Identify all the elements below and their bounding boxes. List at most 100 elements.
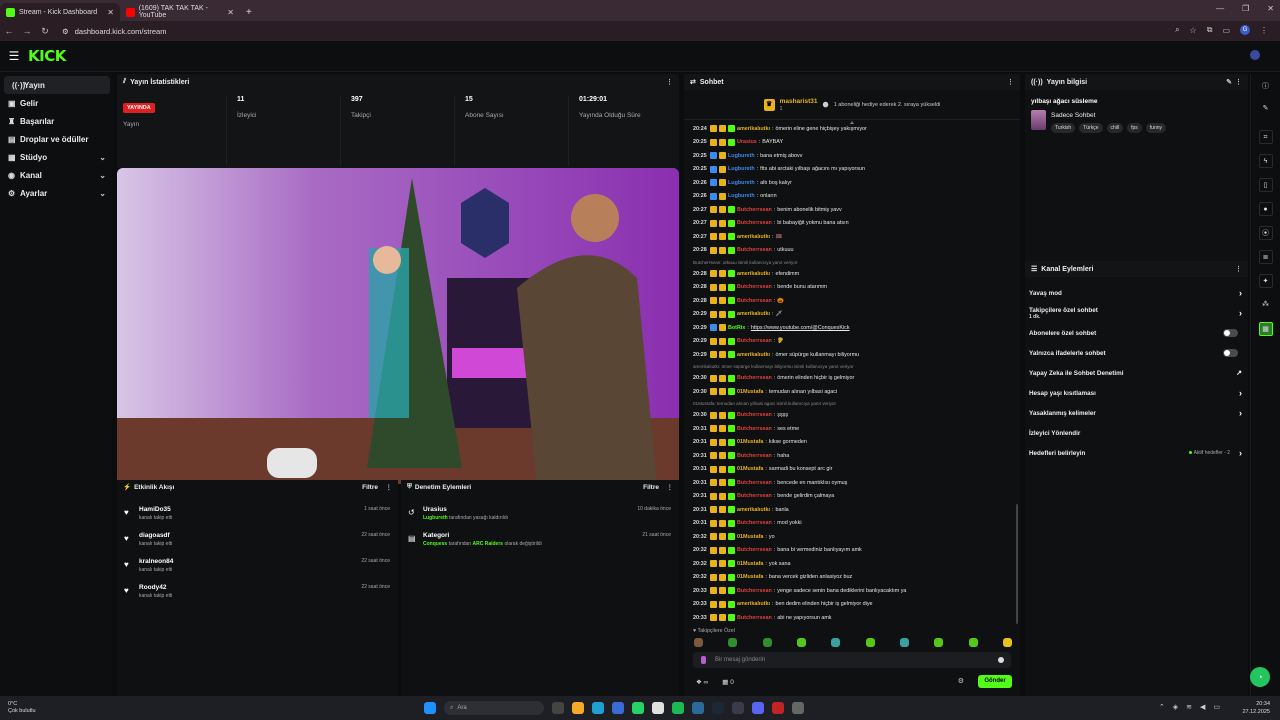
emote-icon[interactable] [934, 638, 944, 647]
message-username[interactable]: 01Mustafa [737, 389, 763, 395]
group-icon[interactable]: ⁂ [1259, 298, 1273, 312]
menu-icon[interactable]: ⋮ [1260, 26, 1268, 35]
message-username[interactable]: Butcherrsean [737, 412, 772, 418]
emote-icon[interactable] [728, 638, 738, 647]
app-icon[interactable] [692, 702, 704, 714]
stream-video-preview[interactable] [117, 168, 679, 484]
message-username[interactable]: amerikalıutkı [737, 271, 770, 277]
message-username[interactable]: 01Mustafa [737, 466, 763, 472]
chat-message[interactable]: 20:25 Lugbureth: bana etmiş abovv [684, 149, 1014, 163]
sidebar-item-yayin[interactable]: ((·)) Yayın [4, 76, 110, 94]
lightning-icon[interactable]: ϟ [1258, 154, 1273, 168]
pinned-user[interactable]: masharist31 [780, 98, 818, 106]
support-chat-icon[interactable]: ◔ [1250, 667, 1270, 687]
activity-name[interactable]: diagoasdf [139, 530, 398, 539]
back-icon[interactable]: ← [0, 26, 18, 36]
more-icon[interactable]: ⋮ [1007, 78, 1014, 86]
chat-message[interactable]: 20:33 amerikalıutkı: ben dedim elinden hiç… [684, 598, 1014, 612]
task-view-icon[interactable] [552, 702, 564, 714]
volume-icon[interactable]: ◀ [1200, 703, 1205, 711]
steam-icon[interactable] [712, 702, 724, 714]
emote-icon[interactable] [1002, 638, 1012, 647]
message-username[interactable]: Lugbureth [728, 153, 755, 159]
message-username[interactable]: Butcherrsean [737, 220, 772, 226]
sidebar-item-kanal[interactable]: ◉ Kanal ⌄ [0, 166, 112, 184]
sidebar-item-studyo[interactable]: ▦ Stüdyo ⌄ [0, 148, 112, 166]
taskbar-search[interactable]: ⌕ Ara [444, 701, 544, 715]
emote-icon[interactable] [694, 638, 703, 647]
chat-message[interactable]: 20:27 Butcherrsean: benim abonelik bitmiş … [684, 203, 1014, 217]
message-username[interactable]: 01Mustafa [737, 574, 763, 580]
moderator-name[interactable]: Conquess [423, 541, 447, 547]
filter-button[interactable]: Filtre [643, 484, 659, 491]
message-username[interactable]: amerikalıutkı [737, 352, 770, 358]
message-username[interactable]: amerikalıutkı [737, 507, 770, 513]
store-icon[interactable] [612, 702, 624, 714]
edit-icon[interactable]: ✎ [1259, 102, 1273, 116]
chat-message[interactable]: 20:24 amerikalıutkı: ömerin eline gene hiç… [684, 122, 1014, 136]
moderator-name[interactable]: Lugbureth [423, 515, 448, 521]
spotify-icon[interactable] [672, 702, 684, 714]
filter-button[interactable]: Filtre [362, 484, 378, 491]
chat-message[interactable]: 20:29 Butcherrsean: 🦻 [684, 335, 1014, 349]
message-username[interactable]: Butcherrsean [737, 520, 772, 526]
user-avatar[interactable] [1250, 50, 1260, 60]
zoom-icon[interactable]: ⌕ [1175, 25, 1179, 35]
message-username[interactable]: Butcherrsean [737, 547, 772, 553]
more-icon[interactable]: ⋮ [1235, 78, 1242, 86]
sidebar-item-droplar[interactable]: ▤ Droplar ve ödüller [0, 130, 112, 148]
message-username[interactable]: Lugbureth [728, 193, 755, 199]
emote-icon[interactable] [968, 638, 978, 647]
chat-message[interactable]: 20:28 Butcherrsean: utkuuu [684, 244, 1014, 258]
chat-message[interactable]: 20:25 Urasius: BAYBAY [684, 136, 1014, 150]
maximize-icon[interactable]: ❐ [1242, 4, 1249, 13]
action-emotes-only[interactable]: Yalnızca ifadelerle sohbet [1025, 343, 1248, 363]
network-icon[interactable]: ◈ [1173, 703, 1178, 711]
message-username[interactable]: Butcherrsean [737, 375, 772, 381]
site-info-icon[interactable]: ⚙ [62, 27, 69, 36]
emote-icon[interactable] [899, 638, 909, 647]
message-username[interactable]: Butcherrsean [737, 453, 772, 459]
chat-message[interactable]: 20:26 Lugbureth: altı boş kalıyr [684, 176, 1014, 190]
category-name[interactable]: ARC Raiders [472, 541, 503, 547]
close-icon[interactable]: ✕ [227, 8, 234, 17]
sidebar-item-ayarlar[interactable]: ⚙ Ayarlar ⌄ [0, 184, 112, 202]
chat-bubble-icon[interactable]: ● [1258, 202, 1273, 216]
toggle-switch[interactable] [1223, 349, 1238, 357]
message-username[interactable]: 01Mustafa [737, 439, 763, 445]
more-icon[interactable]: ⋮ [666, 78, 673, 86]
sidebar-item-basarilar[interactable]: ♜ Başarılar [0, 112, 112, 130]
kick-logo[interactable]: KICK [28, 47, 66, 65]
activity-name[interactable]: kralneon84 [139, 556, 398, 565]
browser-tab-youtube[interactable]: (1609) TAK TAK TAK - YouTube ✕ [120, 3, 240, 21]
profile-avatar[interactable]: G [1240, 25, 1250, 35]
battery-icon[interactable]: ▭ [1213, 703, 1220, 711]
chat-message[interactable]: 20:27 amerikalıutkı: 🥅 [684, 230, 1014, 244]
chat-message[interactable]: 20:31 Butcherrsean: haha [684, 449, 1014, 463]
document-icon[interactable]: ▯ [1258, 178, 1273, 192]
chat-message[interactable]: 20:31 amerikalıutkı: banla [684, 503, 1014, 517]
sidebar-item-gelir[interactable]: ▣ Gelir [0, 94, 112, 112]
message-username[interactable]: Butcherrsean [737, 207, 772, 213]
layout-icon[interactable]: ⌗ [1258, 130, 1273, 144]
extensions-icon[interactable]: ⧉ [1207, 25, 1213, 35]
chat-message[interactable]: 20:32 01Mustafa: bana vercek gizliden anla… [684, 571, 1014, 585]
emote-icon[interactable] [796, 638, 806, 647]
hamburger-icon[interactable]: ☰ [0, 49, 28, 63]
message-username[interactable]: Butcherrsean [737, 247, 772, 253]
chat-message[interactable]: 20:30 Butcherrsean: şşşş [684, 409, 1014, 423]
broadcast-icon[interactable]: ⦿ [1258, 226, 1273, 240]
chat-message[interactable]: 20:28 Butcherrsean: bende bunu atarımm [684, 281, 1014, 295]
message-username[interactable]: Butcherrsean [737, 480, 772, 486]
chat-message[interactable]: 20:26 Lugbureth: onların [684, 190, 1014, 204]
message-link[interactable]: https://www.youtube.com/@ConquesKick [751, 325, 850, 331]
list-icon[interactable]: ≣ [1258, 250, 1273, 264]
action-goals[interactable]: Hedefleri belirleyin Aktif hedefler - 2 › [1025, 443, 1248, 463]
chat-message[interactable]: 20:31 01Mustafa: kikse gormeden [684, 436, 1014, 450]
whatsapp-icon[interactable] [632, 702, 644, 714]
message-username[interactable]: Lugbureth [728, 180, 755, 186]
send-button[interactable]: Gönder [978, 675, 1012, 688]
close-icon[interactable]: ✕ [107, 8, 114, 17]
start-icon[interactable] [424, 702, 436, 714]
active-panel-icon[interactable]: ▦ [1258, 322, 1273, 336]
